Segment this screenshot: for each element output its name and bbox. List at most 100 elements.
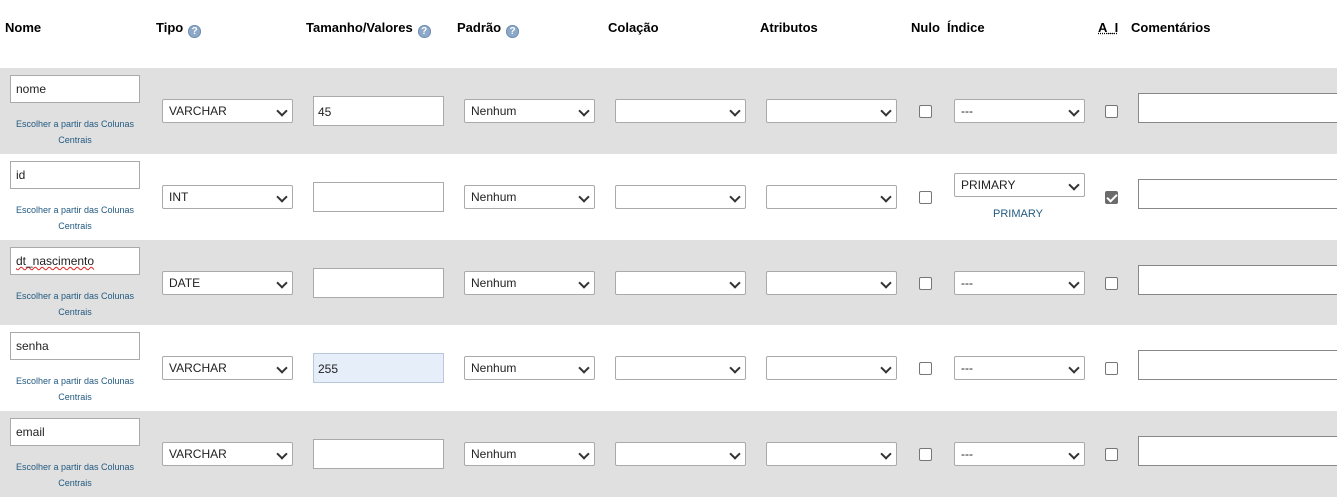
chevron-down-icon xyxy=(880,277,892,289)
chevron-down-icon xyxy=(578,362,590,374)
default-select[interactable]: Nenhum xyxy=(464,356,595,380)
attributes-select[interactable] xyxy=(766,99,897,123)
header-tamanho: Tamanho/Valores? xyxy=(306,20,431,38)
collation-select[interactable] xyxy=(615,356,746,380)
table-row: email Escolher a partir das Colunas Cent… xyxy=(0,411,1337,497)
type-select[interactable]: INT xyxy=(162,185,293,209)
column-name-input[interactable]: nome xyxy=(10,75,140,103)
header-padrao: Padrão? xyxy=(457,20,520,38)
chevron-down-icon xyxy=(1068,362,1080,374)
index-select[interactable]: --- xyxy=(954,356,1085,380)
length-input[interactable] xyxy=(313,268,444,298)
attributes-select[interactable] xyxy=(766,442,897,466)
column-name-value: dt_nascimento xyxy=(16,254,95,268)
index-select-value: --- xyxy=(961,104,973,118)
header-colacao: Colação xyxy=(608,20,659,35)
type-select-value: INT xyxy=(169,190,189,204)
chevron-down-icon xyxy=(276,277,288,289)
column-name-input[interactable]: senha xyxy=(10,332,140,360)
type-select[interactable]: VARCHAR xyxy=(162,442,293,466)
table-header: Nome Tipo? Tamanho/Valores? Padrão? Cola… xyxy=(0,0,1337,68)
chevron-down-icon xyxy=(578,448,590,460)
header-tipo-label: Tipo xyxy=(156,20,184,35)
column-name-input[interactable]: dt_nascimento xyxy=(10,247,140,275)
index-label[interactable]: PRIMARY xyxy=(993,208,1043,220)
collation-select[interactable] xyxy=(615,442,746,466)
attributes-select[interactable] xyxy=(766,271,897,295)
type-select-value: VARCHAR xyxy=(169,361,227,375)
table-row: id Escolher a partir das Colunas Centrai… xyxy=(0,154,1337,240)
length-input[interactable] xyxy=(313,182,444,212)
column-name-value: id xyxy=(16,168,26,182)
column-name-value: email xyxy=(16,425,45,439)
central-columns-link[interactable]: Escolher a partir das Colunas Centrais xyxy=(4,373,146,405)
index-select[interactable]: --- xyxy=(954,271,1085,295)
ai-checkbox[interactable] xyxy=(1105,362,1118,375)
default-select-value: Nenhum xyxy=(471,447,517,461)
index-select-value: PRIMARY xyxy=(961,178,1016,192)
chevron-down-icon xyxy=(578,277,590,289)
header-nome: Nome xyxy=(5,20,42,35)
header-ai: A_I xyxy=(1098,20,1119,35)
header-tamanho-label: Tamanho/Valores xyxy=(306,20,413,35)
default-select[interactable]: Nenhum xyxy=(464,99,595,123)
central-columns-link[interactable]: Escolher a partir das Colunas Centrais xyxy=(4,116,146,148)
comment-input[interactable] xyxy=(1138,436,1337,466)
default-select-value: Nenhum xyxy=(471,190,517,204)
help-icon[interactable]: ? xyxy=(417,25,431,38)
length-input[interactable] xyxy=(313,439,444,469)
table-row: dt_nascimento Escolher a partir das Colu… xyxy=(0,240,1337,326)
type-select[interactable]: VARCHAR xyxy=(162,99,293,123)
null-checkbox[interactable] xyxy=(919,448,932,461)
chevron-down-icon xyxy=(880,191,892,203)
ai-checkbox[interactable] xyxy=(1105,191,1118,204)
chevron-down-icon xyxy=(729,448,741,460)
comment-input[interactable] xyxy=(1138,179,1337,209)
help-icon[interactable]: ? xyxy=(188,25,202,38)
attributes-select[interactable] xyxy=(766,356,897,380)
help-icon[interactable]: ? xyxy=(506,25,520,38)
header-tipo: Tipo? xyxy=(156,20,202,38)
chevron-down-icon xyxy=(729,105,741,117)
chevron-down-icon xyxy=(1068,448,1080,460)
default-select[interactable]: Nenhum xyxy=(464,271,595,295)
chevron-down-icon xyxy=(880,105,892,117)
collation-select[interactable] xyxy=(615,185,746,209)
index-select[interactable]: PRIMARY xyxy=(954,173,1085,197)
ai-checkbox[interactable] xyxy=(1105,277,1118,290)
chevron-down-icon xyxy=(729,191,741,203)
default-select[interactable]: Nenhum xyxy=(464,185,595,209)
index-select[interactable]: --- xyxy=(954,442,1085,466)
type-select-value: VARCHAR xyxy=(169,447,227,461)
chevron-down-icon xyxy=(880,362,892,374)
comment-input[interactable] xyxy=(1138,93,1337,123)
central-columns-link[interactable]: Escolher a partir das Colunas Centrais xyxy=(4,459,146,491)
column-name-input[interactable]: email xyxy=(10,418,140,446)
length-input[interactable]: 255 xyxy=(313,353,444,383)
column-name-value: senha xyxy=(16,339,49,353)
null-checkbox[interactable] xyxy=(919,362,932,375)
chevron-down-icon xyxy=(276,105,288,117)
central-columns-link[interactable]: Escolher a partir das Colunas Centrais xyxy=(4,288,146,320)
chevron-down-icon xyxy=(1068,277,1080,289)
null-checkbox[interactable] xyxy=(919,191,932,204)
default-select[interactable]: Nenhum xyxy=(464,442,595,466)
attributes-select[interactable] xyxy=(766,185,897,209)
comment-input[interactable] xyxy=(1138,350,1337,380)
ai-checkbox[interactable] xyxy=(1105,105,1118,118)
collation-select[interactable] xyxy=(615,99,746,123)
type-select-value: VARCHAR xyxy=(169,104,227,118)
index-select[interactable]: --- xyxy=(954,99,1085,123)
central-columns-link[interactable]: Escolher a partir das Colunas Centrais xyxy=(4,202,146,234)
length-input[interactable]: 45 xyxy=(313,96,444,126)
null-checkbox[interactable] xyxy=(919,277,932,290)
type-select-value: DATE xyxy=(169,276,201,290)
column-name-input[interactable]: id xyxy=(10,161,140,189)
type-select[interactable]: DATE xyxy=(162,271,293,295)
comment-input[interactable] xyxy=(1138,265,1337,295)
default-select-value: Nenhum xyxy=(471,276,517,290)
null-checkbox[interactable] xyxy=(919,105,932,118)
ai-checkbox[interactable] xyxy=(1105,448,1118,461)
collation-select[interactable] xyxy=(615,271,746,295)
type-select[interactable]: VARCHAR xyxy=(162,356,293,380)
